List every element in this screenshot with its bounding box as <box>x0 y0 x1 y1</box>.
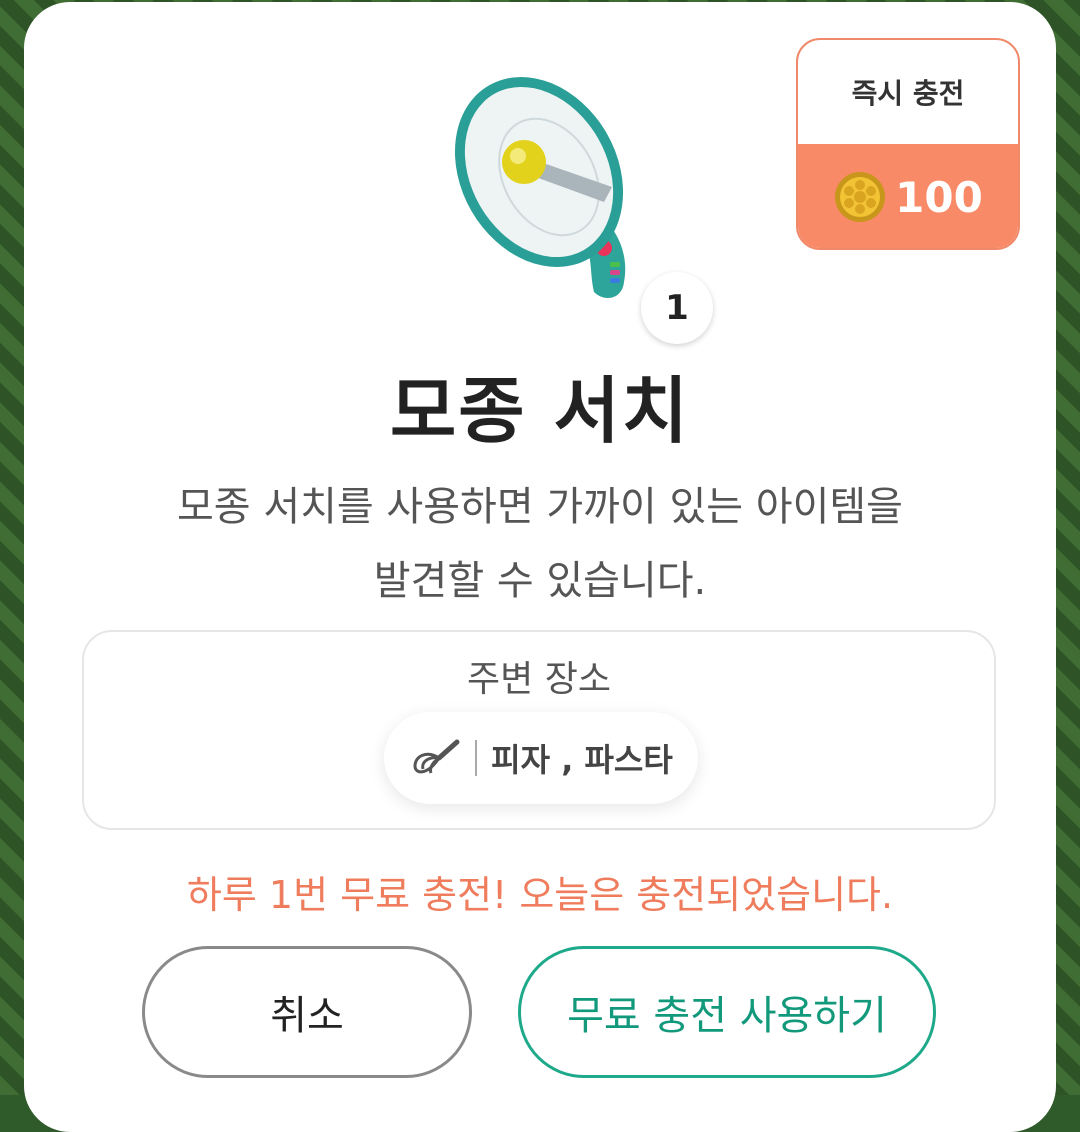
nearby-place-text: 피자 , 파스타 <box>491 741 673 779</box>
chip-divider <box>475 740 478 776</box>
coin-icon <box>835 172 886 222</box>
free-charge-notice: 하루 1번 무료 충전! 오늘은 충전되었습니다. <box>186 873 894 917</box>
description-line-2: 발견할 수 있습니다. <box>373 558 707 604</box>
item-description: 모종 서치를 사용하면 가까이 있는 아이템을 발견할 수 있습니다. <box>84 470 996 618</box>
description-line-1: 모종 서치를 사용하면 가까이 있는 아이템을 <box>177 484 903 530</box>
item-count-badge: 1 <box>641 272 713 344</box>
use-free-charge-button[interactable]: 무료 충전 사용하기 <box>518 946 936 1078</box>
instant-charge-box[interactable]: 즉시 충전 100 <box>796 38 1020 250</box>
coin-amount: 100 <box>895 172 983 222</box>
item-title: 모종 서치 <box>389 369 691 453</box>
nearby-places-title: 주변 장소 <box>467 659 611 700</box>
nearby-place-chip[interactable]: 피자 , 파스타 <box>384 712 698 804</box>
nearby-places-box: 주변 장소 피자 , 파스타 <box>82 630 996 830</box>
cancel-button[interactable]: 취소 <box>142 946 472 1078</box>
whisk-icon <box>413 739 460 774</box>
instant-charge-label: 즉시 충전 <box>851 77 965 110</box>
megaphone-icon <box>454 77 626 298</box>
instant-charge-price[interactable]: 100 <box>798 144 1018 248</box>
search-item-modal: 즉시 충전 100 1 모종 서치 모종 서치를 사용하면 가까이 있는 아이템… <box>24 2 1056 1132</box>
